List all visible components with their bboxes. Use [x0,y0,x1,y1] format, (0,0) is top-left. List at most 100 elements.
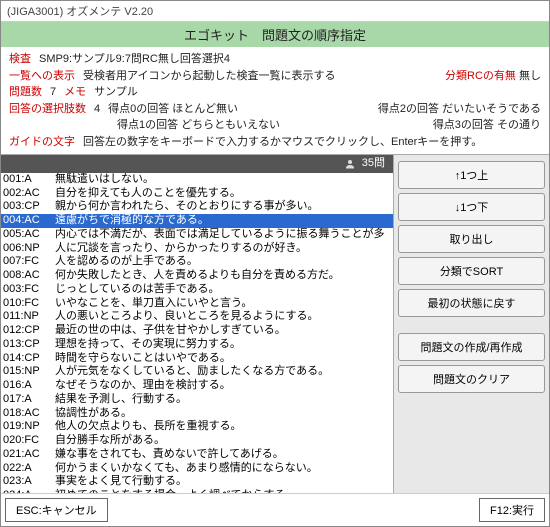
count-label: 35問 [362,157,385,171]
row-id: 021:AC [3,448,55,462]
list-item[interactable]: 007:FC人を認めるのが上手である。 [1,255,393,269]
meta-memo: サンプル [94,84,138,101]
row-text: じっとしているのは苦手である。 [55,283,220,297]
meta-bunrui: 無し [519,70,541,82]
pop-button[interactable]: 取り出し [398,225,545,253]
meta-t3: 得点3の回答 その通り [433,117,541,134]
meta-mondai-label: 問題数 [9,84,42,101]
meta-t0: 得点0の回答 ほとんど無い [108,101,238,118]
list-item[interactable]: 014:CP時間を守らないことはいやである。 [1,352,393,366]
row-id: 003:CP [3,200,55,214]
row-id: 024:A [3,489,55,493]
row-text: いやなことを、単刀直入にいやと言う。 [55,297,252,311]
list-header: 35問 [1,155,393,173]
meta-mondai: 7 [50,84,56,101]
row-id: 013:CP [3,338,55,352]
row-text: 理想を持って、その実現に努力する。 [55,338,241,352]
row-text: 他人の欠点よりも、長所を重視する。 [55,420,241,434]
list-item[interactable]: 019:NP他人の欠点よりも、長所を重視する。 [1,420,393,434]
edit-button[interactable]: 問題文の作成/再作成 [398,333,545,361]
row-text: 結果を予測し、行動する。 [55,393,187,407]
row-text: 何かうまくいかなくても、あまり感情的にならない。 [55,462,318,476]
list-item[interactable]: 021:AC嫌な事をされても、責めないで許してあげる。 [1,448,393,462]
footer: ESC:キャンセル F12:実行 [1,493,549,526]
row-id: 018:AC [3,407,55,421]
list-item[interactable]: 010:FCいやなことを、単刀直入にいやと言う。 [1,297,393,311]
meta-ichiran: 受検者用アイコンから起動した検査一覧に表示する [83,68,335,85]
row-text: 人の悪いところより、良いところを見るようにする。 [55,310,318,324]
list-item[interactable]: 003:CP親から何か言われたら、そのとおりにする事が多い。 [1,200,393,214]
row-text: 内心では不満だが、表面では満足しているように振る舞うことが多 [55,228,384,242]
meta-panel: 検査 SMP9:サンプル9:7問RC無し回答選択4 一覧への表示 受検者用アイコ… [1,47,549,154]
row-id: 003:FC [3,283,55,297]
list-item[interactable]: 017:A結果を予測し、行動する。 [1,393,393,407]
meta-t2: 得点2の回答 だいたいそうである [378,101,541,118]
row-id: 005:AC [3,228,55,242]
row-text: 親から何か言われたら、そのとおりにする事が多い。 [55,200,319,214]
row-text: 自分勝手な所がある。 [55,434,165,448]
list-item[interactable]: 012:CP最近の世の中は、子供を甘やかしすぎている。 [1,324,393,338]
list-item[interactable]: 023:A事実をよく見て行動する。 [1,475,393,489]
list-item[interactable]: 005:AC内心では不満だが、表面では満足しているように振る舞うことが多 [1,228,393,242]
row-text: なぜそうなのか、理由を検討する。 [55,379,231,393]
row-id: 023:A [3,475,55,489]
row-text: 人を認めるのが上手である。 [55,255,198,269]
row-id: 011:NP [3,310,55,324]
row-id: 017:A [3,393,55,407]
list-item[interactable]: 020:FC自分勝手な所がある。 [1,434,393,448]
row-text: 何か失敗したとき、人を責めるよりも自分を責める方だ。 [55,269,340,283]
row-id: 001:A [3,173,55,187]
window-title: (JIGA3001) オズメンテ V2.20 [1,1,549,22]
clear-button[interactable]: 問題文のクリア [398,365,545,393]
meta-kaitou-label: 回答の選択肢数 [9,101,86,118]
row-text: 自分を抑えても人のことを優先する。 [55,187,241,201]
list-item[interactable]: 013:CP理想を持って、その実現に努力する。 [1,338,393,352]
row-text: 人に冗談を言ったり、からかったりするのが好き。 [55,242,307,256]
row-id: 022:A [3,462,55,476]
down-button[interactable]: ↓1つ下 [398,193,545,221]
row-text: 嫌な事をされても、責めないで許してあげる。 [55,448,284,462]
row-text: 遠慮がちで消極的な方である。 [55,214,209,228]
row-text: 初めてのことをする場合、よく調べてからする。 [55,489,296,493]
question-list[interactable]: 35問 001:A無駄遣いはしない。002:AC自分を抑えても人のことを優先する… [1,155,393,493]
list-item[interactable]: 002:AC自分を抑えても人のことを優先する。 [1,187,393,201]
row-id: 004:AC [3,214,55,228]
row-id: 020:FC [3,434,55,448]
person-icon [344,158,356,170]
sort-button[interactable]: 分類でSORT [398,257,545,285]
meta-kensa-label: 検査 [9,51,31,68]
row-id: 014:CP [3,352,55,366]
meta-memo-label: メモ [64,84,86,101]
row-id: 008:AC [3,269,55,283]
execute-button[interactable]: F12:実行 [479,498,545,522]
row-text: 無駄遣いはしない。 [55,173,154,187]
row-id: 007:FC [3,255,55,269]
list-item[interactable]: 004:AC遠慮がちで消極的な方である。 [1,214,393,228]
list-item[interactable]: 001:A無駄遣いはしない。 [1,173,393,187]
meta-ichiran-label: 一覧への表示 [9,68,75,85]
meta-bunrui-label: 分類RCの有無 [445,70,516,82]
row-text: 事実をよく見て行動する。 [55,475,187,489]
list-item[interactable]: 016:Aなぜそうなのか、理由を検討する。 [1,379,393,393]
list-item[interactable]: 011:NP人の悪いところより、良いところを見るようにする。 [1,310,393,324]
list-item[interactable]: 008:AC何か失敗したとき、人を責めるよりも自分を責める方だ。 [1,269,393,283]
list-item[interactable]: 003:FCじっとしているのは苦手である。 [1,283,393,297]
cancel-button[interactable]: ESC:キャンセル [5,498,108,522]
list-item[interactable]: 018:AC協調性がある。 [1,407,393,421]
row-id: 010:FC [3,297,55,311]
list-item[interactable]: 024:A初めてのことをする場合、よく調べてからする。 [1,489,393,493]
meta-kaitou: 4 [94,101,100,118]
section-header: エゴキット 問題文の順序指定 [1,22,549,47]
row-id: 002:AC [3,187,55,201]
list-item[interactable]: 015:NP人が元気をなくしていると、励ましたくなる方である。 [1,365,393,379]
meta-t1: 得点1の回答 どちらともいえない [117,117,280,134]
row-id: 006:NP [3,242,55,256]
row-id: 015:NP [3,365,55,379]
up-button[interactable]: ↑1つ上 [398,161,545,189]
list-item[interactable]: 022:A何かうまくいかなくても、あまり感情的にならない。 [1,462,393,476]
list-item[interactable]: 006:NP人に冗談を言ったり、からかったりするのが好き。 [1,242,393,256]
reset-button[interactable]: 最初の状態に戻す [398,289,545,317]
side-panel: ↑1つ上 ↓1つ下 取り出し 分類でSORT 最初の状態に戻す 問題文の作成/再… [393,155,549,493]
row-text: 最近の世の中は、子供を甘やかしすぎている。 [55,324,286,338]
row-text: 協調性がある。 [55,407,132,421]
